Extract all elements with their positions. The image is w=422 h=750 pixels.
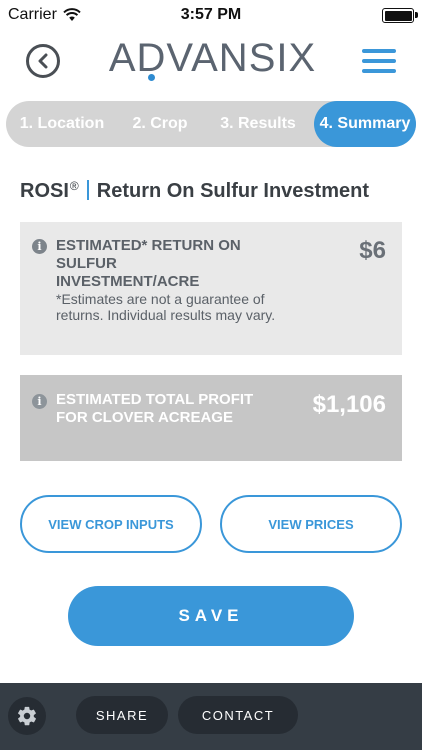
tab-location[interactable]: 1. Location — [6, 101, 118, 147]
back-button[interactable] — [26, 44, 60, 78]
status-time: 3:57 PM — [180, 6, 242, 23]
settings-button[interactable] — [8, 697, 46, 735]
advansix-logo: ADVANSIX — [108, 33, 317, 83]
battery-fill — [384, 10, 412, 21]
tab-summary[interactable]: 4. Summary — [314, 101, 416, 147]
return-per-acre-value: $6 — [359, 237, 386, 264]
share-button[interactable]: SHARE — [76, 696, 168, 734]
step-tabs: 1. Location 2. Crop 3. Results 4. Summar… — [6, 101, 416, 147]
status-bar: Carrier 3:57 PM — [0, 0, 422, 30]
estimate-disclaimer: *Estimates are not a guarantee of return… — [56, 291, 276, 323]
battery-icon — [382, 8, 414, 23]
total-profit-heading: ESTIMATED TOTAL PROFIT FOR CLOVER ACREAG… — [56, 391, 254, 426]
app-header: ADVANSIX — [0, 30, 422, 96]
menu-bar — [362, 49, 396, 53]
logo-dot — [148, 74, 155, 81]
menu-button[interactable] — [362, 49, 396, 73]
return-per-acre-card: i ESTIMATED* RETURN ON SULFUR INVESTMENT… — [20, 222, 402, 355]
battery-tip — [415, 12, 418, 18]
total-profit-card: i ESTIMATED TOTAL PROFIT FOR CLOVER ACRE… — [20, 375, 402, 461]
info-icon[interactable]: i — [32, 239, 47, 254]
view-crop-inputs-button[interactable]: VIEW CROP INPUTS — [20, 495, 202, 553]
page-title: ROSI ® Return On Sulfur Investment — [20, 177, 369, 203]
bottom-bar: SHARE CONTACT — [0, 683, 422, 750]
gear-icon — [18, 706, 36, 726]
chevron-left-icon — [38, 53, 48, 69]
total-profit-value: $1,106 — [312, 391, 386, 418]
tab-crop[interactable]: 2. Crop — [118, 101, 202, 147]
title-divider — [86, 180, 89, 200]
title-prefix: ROSI — [20, 180, 69, 202]
menu-bar — [362, 59, 396, 63]
return-per-acre-heading: ESTIMATED* RETURN ON SULFUR INVESTMENT/A… — [56, 237, 241, 290]
tab-results[interactable]: 3. Results — [202, 101, 314, 147]
registered-mark: ® — [69, 179, 79, 193]
save-button[interactable]: SAVE — [68, 586, 354, 646]
view-prices-button[interactable]: VIEW PRICES — [220, 495, 402, 553]
contact-button[interactable]: CONTACT — [178, 696, 298, 734]
menu-bar — [362, 69, 396, 73]
info-icon[interactable]: i — [32, 394, 47, 409]
logo-text: ADVANSIX — [108, 35, 317, 80]
title-text: Return On Sulfur Investment — [96, 180, 369, 202]
